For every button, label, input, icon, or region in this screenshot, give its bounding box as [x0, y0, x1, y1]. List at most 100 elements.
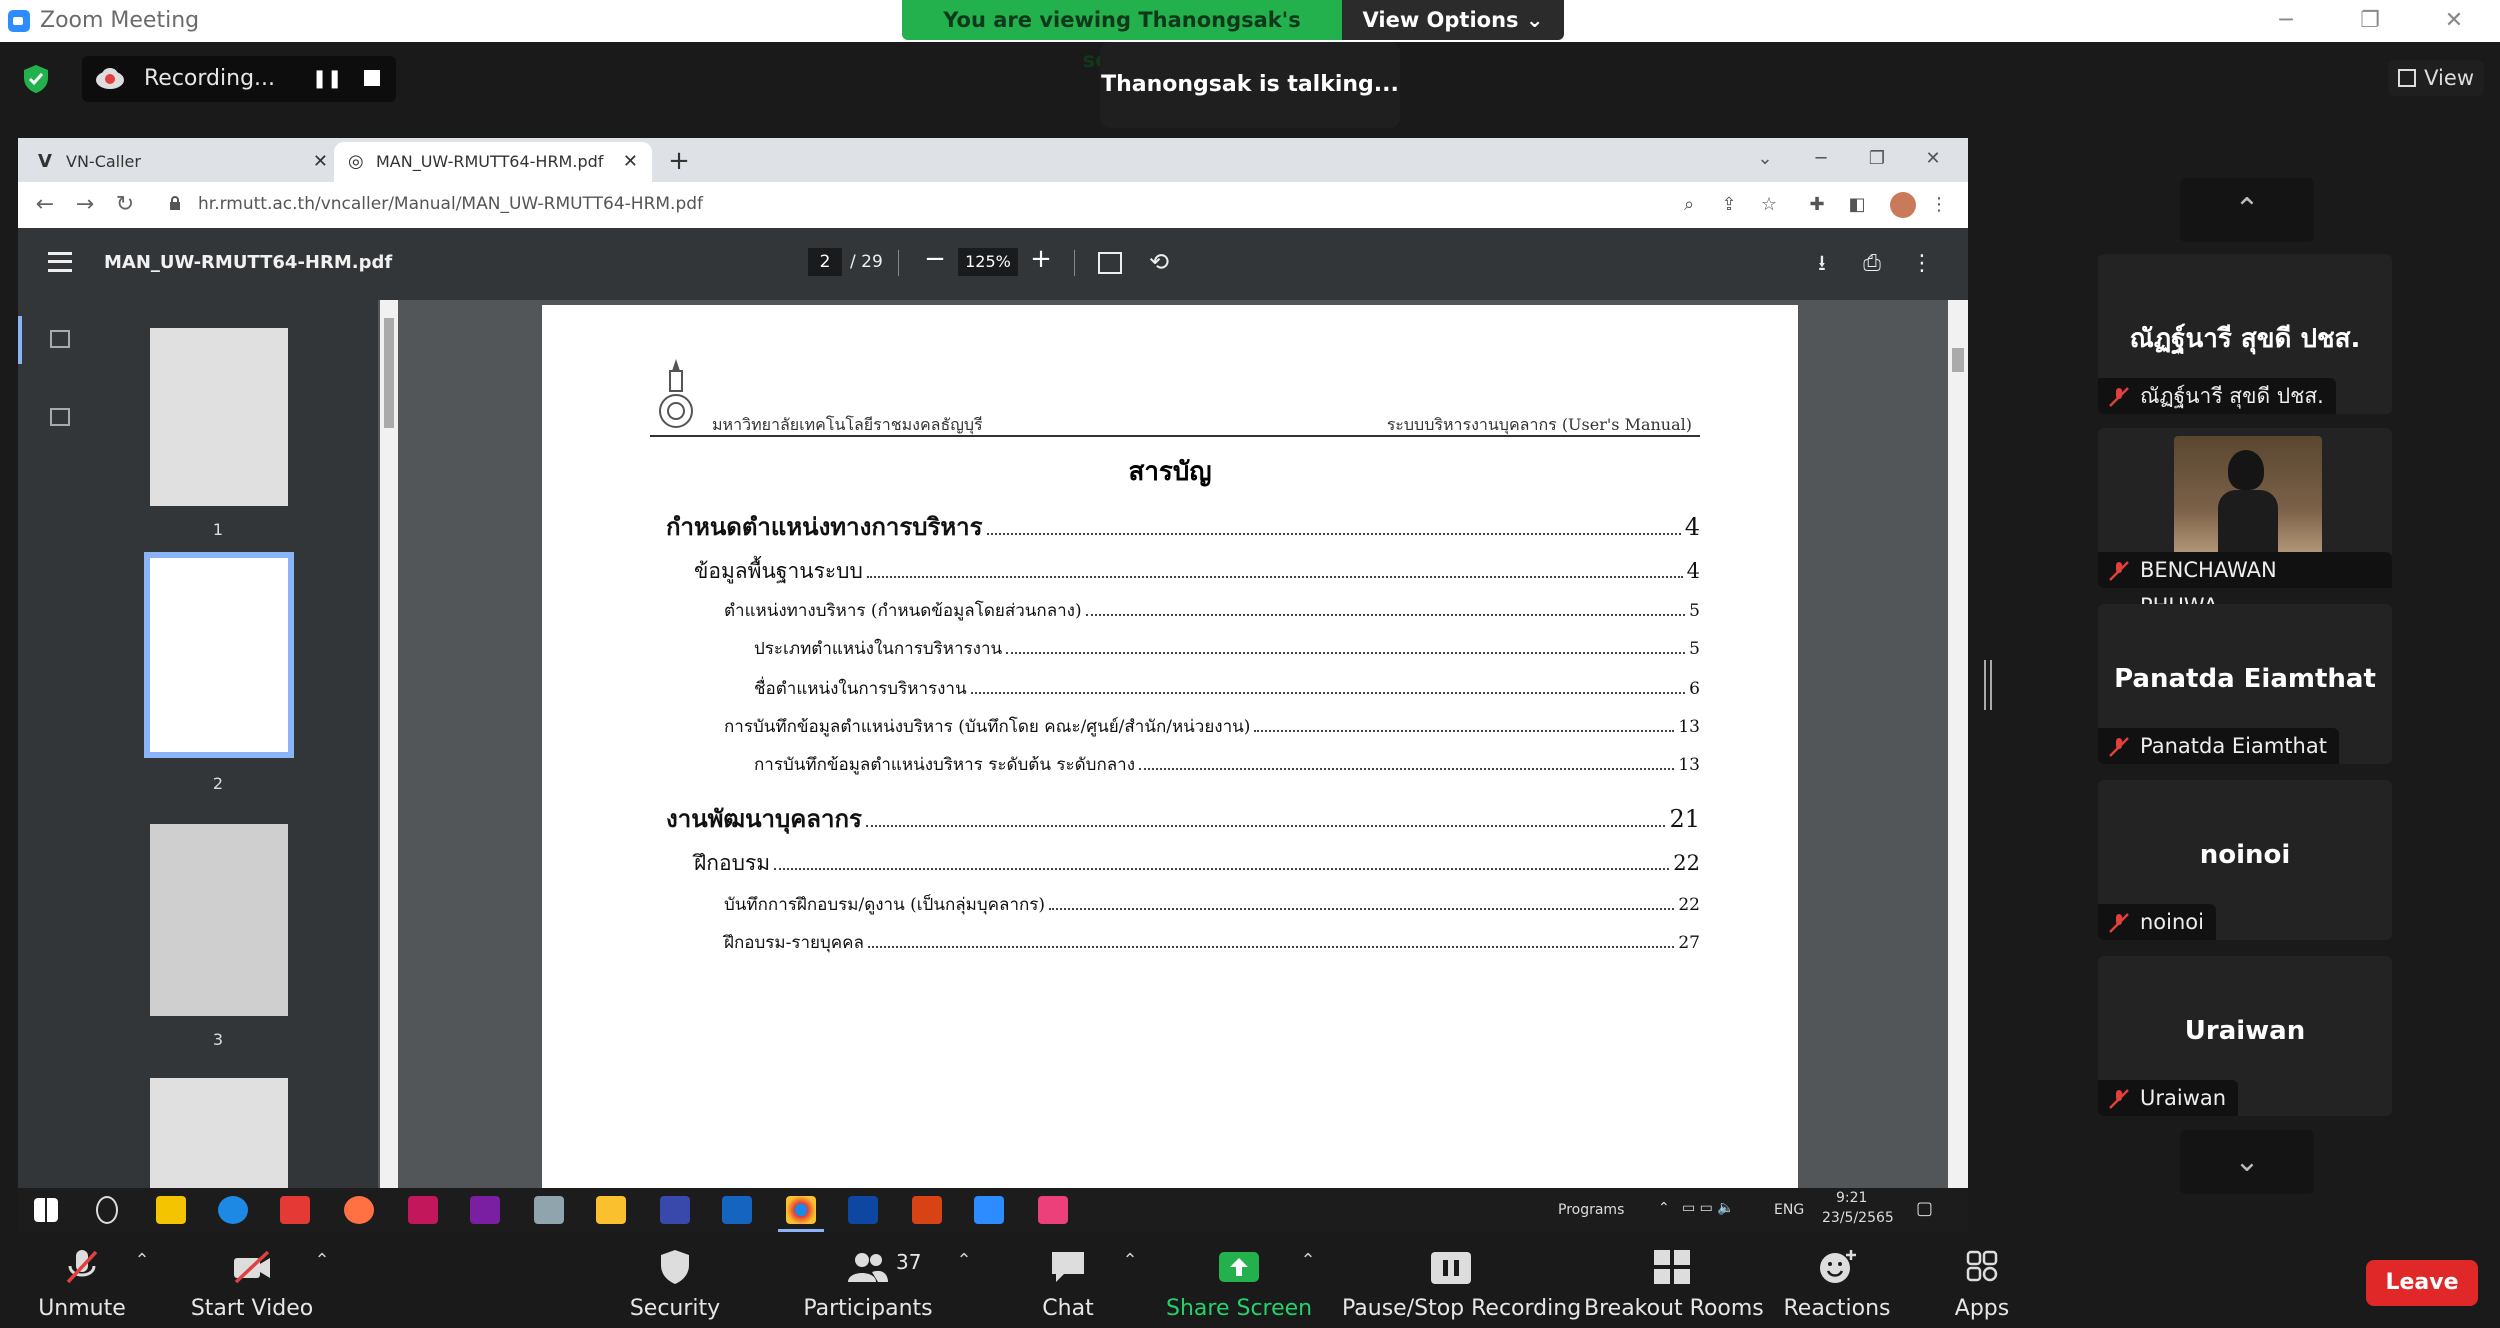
- security-button[interactable]: Security: [620, 1240, 730, 1328]
- toc-entry[interactable]: งานพัฒนาบุคลากร 21: [666, 799, 1700, 838]
- close-icon[interactable]: ✕: [2430, 4, 2478, 38]
- visual-studio-icon[interactable]: [470, 1196, 500, 1224]
- participant-tile[interactable]: ณัฏฐ์นารี สุขดี ปชส. ณัฏฐ์นารี สุขดี ปชส…: [2098, 254, 2392, 414]
- url-field[interactable]: hr.rmutt.ac.th/vncaller/Manual/MAN_UW-RM…: [198, 194, 703, 214]
- outline-view-icon[interactable]: [50, 408, 70, 426]
- programs-toolbar-label[interactable]: Programs: [1558, 1202, 1624, 1218]
- close-tab-icon[interactable]: ✕: [313, 142, 328, 182]
- notification-icon[interactable]: ▢: [1916, 1198, 1933, 1219]
- page-thumbnail[interactable]: [150, 1078, 288, 1188]
- firefox-icon[interactable]: [344, 1196, 374, 1224]
- apps-button[interactable]: Apps: [1940, 1240, 2024, 1328]
- maximize-icon[interactable]: ❐: [2346, 4, 2394, 38]
- toc-entry[interactable]: ตำแหน่งทางบริหาร (กำหนดข้อมูลโดยส่วนกลาง…: [724, 597, 1700, 624]
- notepad-icon[interactable]: [534, 1196, 564, 1224]
- lock-icon[interactable]: [170, 196, 180, 210]
- sticky-notes-icon[interactable]: [156, 1196, 186, 1224]
- chrome-icon[interactable]: [778, 1196, 824, 1232]
- windows-start-icon[interactable]: [34, 1198, 58, 1222]
- minimize-icon[interactable]: ─: [2262, 4, 2310, 38]
- browser-restore-icon[interactable]: ❐: [1858, 144, 1896, 174]
- toc-entry[interactable]: ประเภทตำแหน่งในการบริหารงาน 5: [754, 635, 1700, 662]
- scrollbar-thumb[interactable]: [1952, 348, 1964, 372]
- print-icon[interactable]: ⎙: [1856, 248, 1888, 280]
- page-thumbnail-selected[interactable]: [144, 552, 294, 758]
- panel-splitter-handle[interactable]: [1984, 660, 1992, 710]
- audio-options-chevron-icon[interactable]: ⌃: [130, 1250, 154, 1274]
- page-thumbnail[interactable]: [150, 824, 288, 1016]
- start-video-button[interactable]: Start Video: [184, 1240, 320, 1328]
- profile-avatar[interactable]: [1890, 192, 1916, 218]
- participant-tile[interactable]: Panatda Eiamthat Panatda Eiamthat: [2098, 604, 2392, 764]
- scroll-down-button[interactable]: ⌄: [2180, 1130, 2314, 1194]
- pause-recording-icon[interactable]: ❚❚: [312, 68, 342, 90]
- reload-icon[interactable]: ↻: [110, 190, 140, 220]
- network-app-icon[interactable]: [660, 1196, 690, 1224]
- chat-chevron-icon[interactable]: ⌃: [1118, 1250, 1142, 1274]
- toc-entry[interactable]: กำหนดตำแหน่งทางการบริหาร 4: [666, 507, 1700, 546]
- participant-tile[interactable]: BENCHAWAN PHUWA...: [2098, 428, 2392, 618]
- unmute-button[interactable]: Unmute: [20, 1240, 144, 1328]
- toc-entry[interactable]: ชื่อตำแหน่งในการบริหารงาน 6: [754, 675, 1700, 702]
- scrollbar-thumb[interactable]: [384, 318, 394, 428]
- paint-icon[interactable]: [1038, 1196, 1068, 1224]
- close-tab-icon[interactable]: ✕: [623, 142, 638, 182]
- file-explorer-icon[interactable]: [596, 1196, 626, 1224]
- bookmark-star-icon[interactable]: ☆: [1756, 192, 1782, 218]
- leave-button[interactable]: Leave: [2366, 1260, 2478, 1306]
- zoom-in-icon[interactable]: +: [1026, 244, 1056, 280]
- stop-recording-icon[interactable]: [364, 70, 380, 86]
- dev-tool-icon[interactable]: [848, 1196, 878, 1224]
- view-layout-button[interactable]: View: [2388, 60, 2484, 96]
- stack-app-icon[interactable]: [408, 1196, 438, 1224]
- edge-browser-icon[interactable]: [218, 1196, 248, 1224]
- toc-entry[interactable]: บันทึกการฝึกอบรม/ดูงาน (เป็นกลุ่มบุคลากร…: [724, 891, 1700, 918]
- browser-menu-icon[interactable]: ⋮: [1926, 192, 1952, 218]
- tray-chevron-icon[interactable]: ⌃: [1658, 1200, 1670, 1216]
- zoom-level-input[interactable]: 125%: [958, 248, 1018, 276]
- scroll-up-button[interactable]: ⌃: [2180, 178, 2314, 242]
- side-panel-icon[interactable]: ◧: [1844, 192, 1870, 218]
- browser-minimize-icon[interactable]: ─: [1802, 144, 1840, 174]
- toc-entry[interactable]: การบันทึกข้อมูลตำแหน่งบริหาร ระดับต้น ระ…: [754, 751, 1700, 778]
- rotate-icon[interactable]: ⟲: [1144, 248, 1174, 278]
- zoom-taskbar-icon[interactable]: [974, 1196, 1004, 1224]
- search-icon[interactable]: [96, 1196, 118, 1224]
- toc-entry[interactable]: การบันทึกข้อมูลตำแหน่งบริหาร (บันทึกโดย …: [724, 713, 1700, 740]
- view-options-button[interactable]: View Options ⌄: [1342, 0, 1564, 40]
- tray-icons[interactable]: ▭ ▭ 🔈: [1682, 1200, 1735, 1216]
- page-number-input[interactable]: 2: [808, 248, 842, 276]
- fit-page-icon[interactable]: [1098, 252, 1122, 274]
- extensions-puzzle-icon[interactable]: ✚: [1804, 192, 1830, 218]
- share-icon[interactable]: ⇪: [1716, 192, 1742, 218]
- breakout-rooms-button[interactable]: Breakout Rooms: [1584, 1240, 1764, 1328]
- share-chevron-icon[interactable]: ⌃: [1296, 1250, 1320, 1274]
- clock-date[interactable]: 23/5/2565: [1822, 1210, 1894, 1226]
- toc-entry[interactable]: ฝึกอบรม-รายบุคคล 27: [724, 929, 1700, 956]
- chat-button[interactable]: Chat: [1018, 1240, 1118, 1328]
- browser-close-icon[interactable]: ✕: [1914, 144, 1952, 174]
- forward-icon[interactable]: →: [70, 190, 100, 220]
- toc-entry[interactable]: ข้อมูลพื้นฐานระบบ 4: [694, 555, 1700, 588]
- new-tab-icon[interactable]: +: [662, 144, 696, 178]
- tab-pdf[interactable]: ◎ MAN_UW-RMUTT64-HRM.pdf ✕: [334, 142, 652, 182]
- powerpoint-icon[interactable]: [912, 1196, 942, 1224]
- language-indicator[interactable]: ENG: [1774, 1202, 1804, 1218]
- pause-stop-recording-button[interactable]: Pause/Stop Recording: [1342, 1240, 1581, 1328]
- zoom-out-icon[interactable]: −: [920, 244, 950, 280]
- security-shield-icon[interactable]: [22, 64, 50, 94]
- sidebar-scrollbar[interactable]: [380, 300, 398, 1188]
- thumbnails-view-icon[interactable]: [50, 330, 70, 348]
- hamburger-menu-icon[interactable]: [48, 252, 72, 272]
- word-icon[interactable]: [722, 1196, 752, 1224]
- tab-vn-caller[interactable]: V VN-Caller ✕: [24, 142, 342, 182]
- participant-tile[interactable]: noinoi noinoi: [2098, 780, 2392, 940]
- tab-search-icon[interactable]: ⌄: [1746, 144, 1784, 174]
- clock-time[interactable]: 9:21: [1836, 1190, 1867, 1206]
- video-options-chevron-icon[interactable]: ⌃: [310, 1250, 334, 1274]
- snagit-icon[interactable]: [280, 1196, 310, 1224]
- toc-entry[interactable]: ฝึกอบรม 22: [694, 847, 1700, 880]
- reactions-button[interactable]: Reactions: [1780, 1240, 1894, 1328]
- page-thumbnail[interactable]: [150, 328, 288, 506]
- share-screen-button[interactable]: Share Screen: [1166, 1240, 1312, 1328]
